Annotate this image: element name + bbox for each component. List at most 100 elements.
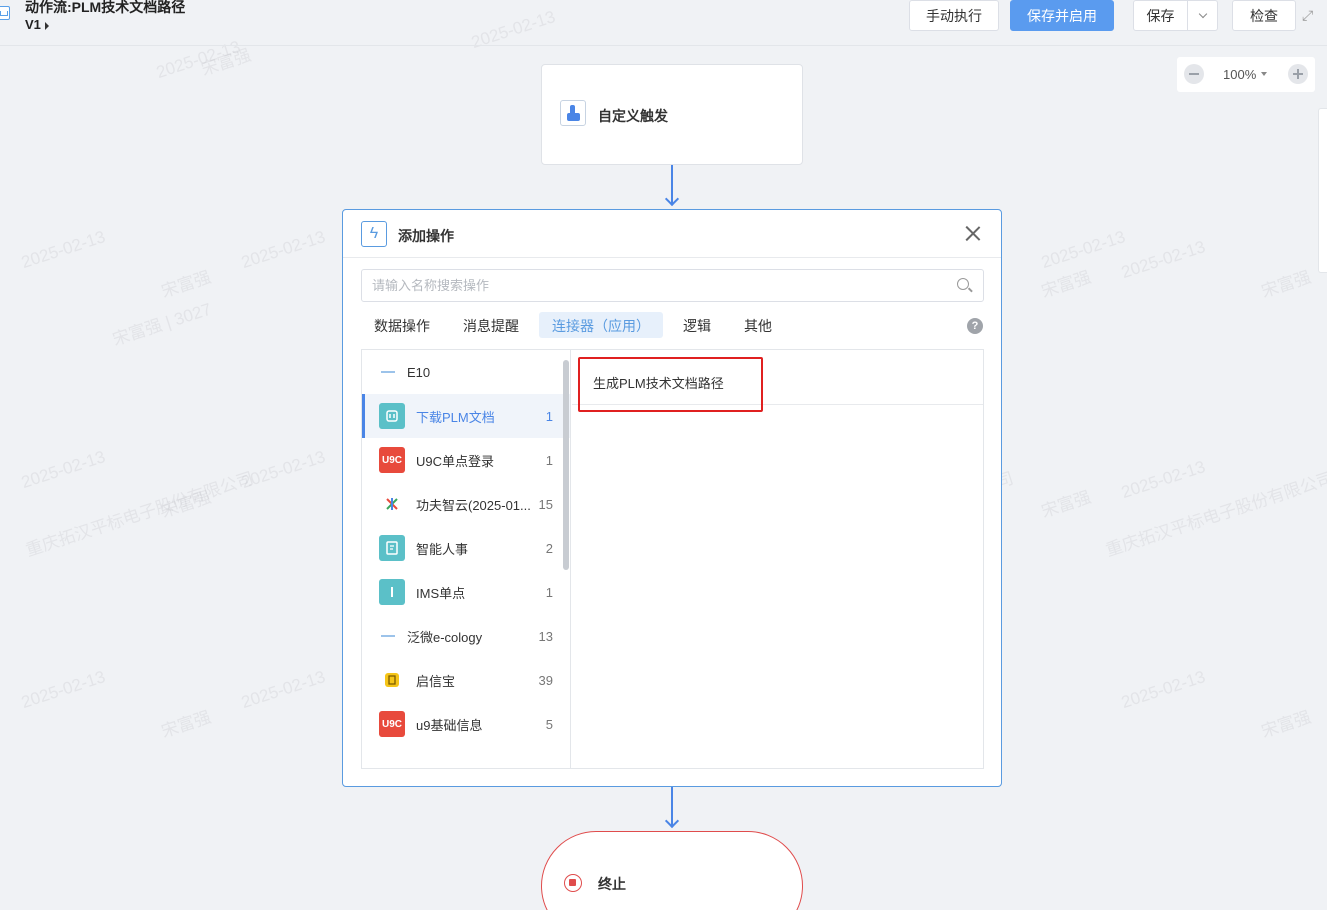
tab-logic[interactable]: 逻辑 xyxy=(670,312,724,338)
watermark-company: 重庆拓汉平标电子股份有限公司 xyxy=(1103,468,1327,561)
add-action-dialog: ϟ 添加操作 数据操作 消息提醒 连接器（应用） 逻辑 其他 ? E10 下载P… xyxy=(342,209,1002,787)
tab-connectors[interactable]: 连接器（应用） xyxy=(539,312,663,338)
arrow-down-icon xyxy=(664,813,680,829)
list-item[interactable]: U9C U9C单点登录 1 xyxy=(362,438,570,482)
connector-label: IMS单点 xyxy=(416,585,466,601)
version-selector[interactable]: V1 xyxy=(25,17,49,32)
u9-logo-icon: U9C xyxy=(379,711,405,737)
list-item[interactable]: 泛微e-cology 13 xyxy=(362,614,570,658)
close-icon[interactable] xyxy=(964,224,982,242)
connector-label: 下载PLM文档 xyxy=(416,409,495,425)
divider xyxy=(343,257,1001,258)
watermark-name: 宋富强 xyxy=(1258,707,1314,742)
end-label: 终止 xyxy=(598,876,626,892)
dialog-title: 添加操作 xyxy=(398,228,454,244)
watermark-date: 2025-02-13 xyxy=(239,667,328,712)
chevron-down-icon xyxy=(1198,9,1207,18)
save-dropdown-button[interactable] xyxy=(1187,0,1218,31)
watermark-date: 2025-02-13 xyxy=(1039,227,1128,272)
caret-down-icon[interactable] xyxy=(1261,72,1267,76)
tab-other[interactable]: 其他 xyxy=(731,312,785,338)
e10-logo-icon xyxy=(381,367,395,377)
watermark-name: 宋富强 xyxy=(158,707,214,742)
watermark-date: 2025-02-13 xyxy=(19,667,108,712)
ims-icon xyxy=(379,579,405,605)
connector-count: 39 xyxy=(538,672,553,688)
tab-data-ops[interactable]: 数据操作 xyxy=(361,312,443,338)
zoom-in-icon[interactable] xyxy=(1288,64,1308,84)
watermark-date: 2025-02-13 xyxy=(1119,457,1208,502)
watermark-date: 2025-02-13 xyxy=(239,227,328,272)
watermark-date: 2025-02-13 xyxy=(1119,667,1208,712)
end-node[interactable]: 终止 xyxy=(541,831,803,910)
watermark-name: 宋富强 xyxy=(1038,487,1094,522)
lightning-icon: ϟ xyxy=(361,221,387,247)
watermark-date: 2025-02-13 xyxy=(239,447,328,492)
tab-notifications[interactable]: 消息提醒 xyxy=(450,312,532,338)
connector-label: E10 xyxy=(407,364,431,380)
trigger-node[interactable]: 自定义触发 xyxy=(541,64,803,165)
hr-icon xyxy=(379,535,405,561)
fullscreen-icon[interactable]: ⤢ xyxy=(1302,8,1316,22)
caret-right-icon xyxy=(44,21,49,30)
watermark-name: 宋富强 xyxy=(1038,267,1094,302)
connector-label: U9C单点登录 xyxy=(416,453,495,469)
watermark-name: 宋富强 xyxy=(198,45,254,80)
operation-list: 生成PLM技术文档路径 xyxy=(572,350,983,768)
connector-label: 功夫智云(2025-01... xyxy=(416,497,531,513)
trigger-label: 自定义触发 xyxy=(598,108,668,124)
ecology-logo-icon xyxy=(381,631,395,641)
zoom-control: 100% xyxy=(1177,57,1315,92)
save-button[interactable]: 保存 xyxy=(1133,0,1188,31)
connector-count: 13 xyxy=(538,628,553,644)
list-item[interactable]: 智能人事 2 xyxy=(362,526,570,570)
arrow-down-icon xyxy=(664,191,680,207)
flow-icon xyxy=(0,6,10,20)
list-item[interactable]: 功夫智云(2025-01... 15 xyxy=(362,482,570,526)
watermark-company: 重庆拓汉平标电子股份有限公司 xyxy=(23,468,256,561)
page-title: 动作流:PLM技术文档路径 xyxy=(25,0,186,15)
manual-run-button[interactable]: 手动执行 xyxy=(909,0,999,31)
stop-icon xyxy=(564,874,582,892)
plm-doc-icon xyxy=(379,403,405,429)
list-item[interactable]: 下载PLM文档 1 xyxy=(362,394,570,438)
zoom-out-icon[interactable] xyxy=(1184,64,1204,84)
side-panel-tab[interactable] xyxy=(1318,108,1327,273)
connector-count: 1 xyxy=(545,584,553,600)
kungfu-logo-icon xyxy=(379,491,405,517)
connector-count: 5 xyxy=(545,716,553,732)
search-icon[interactable] xyxy=(957,278,969,290)
list-scrollbar[interactable] xyxy=(563,360,569,570)
watermark-date: 2025-02-13 xyxy=(19,227,108,272)
highlight-annotation xyxy=(578,357,763,412)
touch-trigger-icon xyxy=(560,100,586,126)
list-item[interactable]: IMS单点 1 xyxy=(362,570,570,614)
list-item[interactable]: E10 xyxy=(362,350,570,394)
connector-count: 15 xyxy=(538,496,553,512)
list-item[interactable]: 启信宝 39 xyxy=(362,658,570,702)
connector-count: 1 xyxy=(545,452,553,468)
watermark-name: 宋富强 xyxy=(158,267,214,302)
connector-list: E10 下载PLM文档 1 U9C U9C单点登录 1 功夫智云(2025-01… xyxy=(362,350,571,768)
watermark-date: 2025-02-13 xyxy=(1119,237,1208,282)
watermark-id: 宋富强 | 3027 xyxy=(110,299,214,350)
u9c-logo-icon: U9C xyxy=(379,447,405,473)
connector-count: 2 xyxy=(545,540,553,556)
connector-label: 启信宝 xyxy=(416,673,456,689)
watermark-name: 宋富强 xyxy=(158,487,214,522)
help-icon[interactable]: ? xyxy=(967,318,983,334)
check-button[interactable]: 检查 xyxy=(1232,0,1296,31)
search-input[interactable] xyxy=(361,269,984,302)
zoom-level[interactable]: 100% xyxy=(1223,67,1256,82)
connector-label: 智能人事 xyxy=(416,541,469,557)
connector-count: 1 xyxy=(545,408,553,424)
connector-label: u9基础信息 xyxy=(416,717,483,733)
header-bar: 动作流:PLM技术文档路径 V1 手动执行 保存并启用 保存 检查 ⤢ xyxy=(0,0,1327,46)
watermark-name: 宋富强 xyxy=(1258,267,1314,302)
list-item[interactable]: U9C u9基础信息 5 xyxy=(362,702,570,746)
connector-browser: E10 下载PLM文档 1 U9C U9C单点登录 1 功夫智云(2025-01… xyxy=(361,349,984,769)
save-and-enable-button[interactable]: 保存并启用 xyxy=(1010,0,1114,31)
version-label: V1 xyxy=(25,17,41,32)
connector-label: 泛微e-cology xyxy=(407,629,483,645)
watermark-date: 2025-02-13 xyxy=(19,447,108,492)
